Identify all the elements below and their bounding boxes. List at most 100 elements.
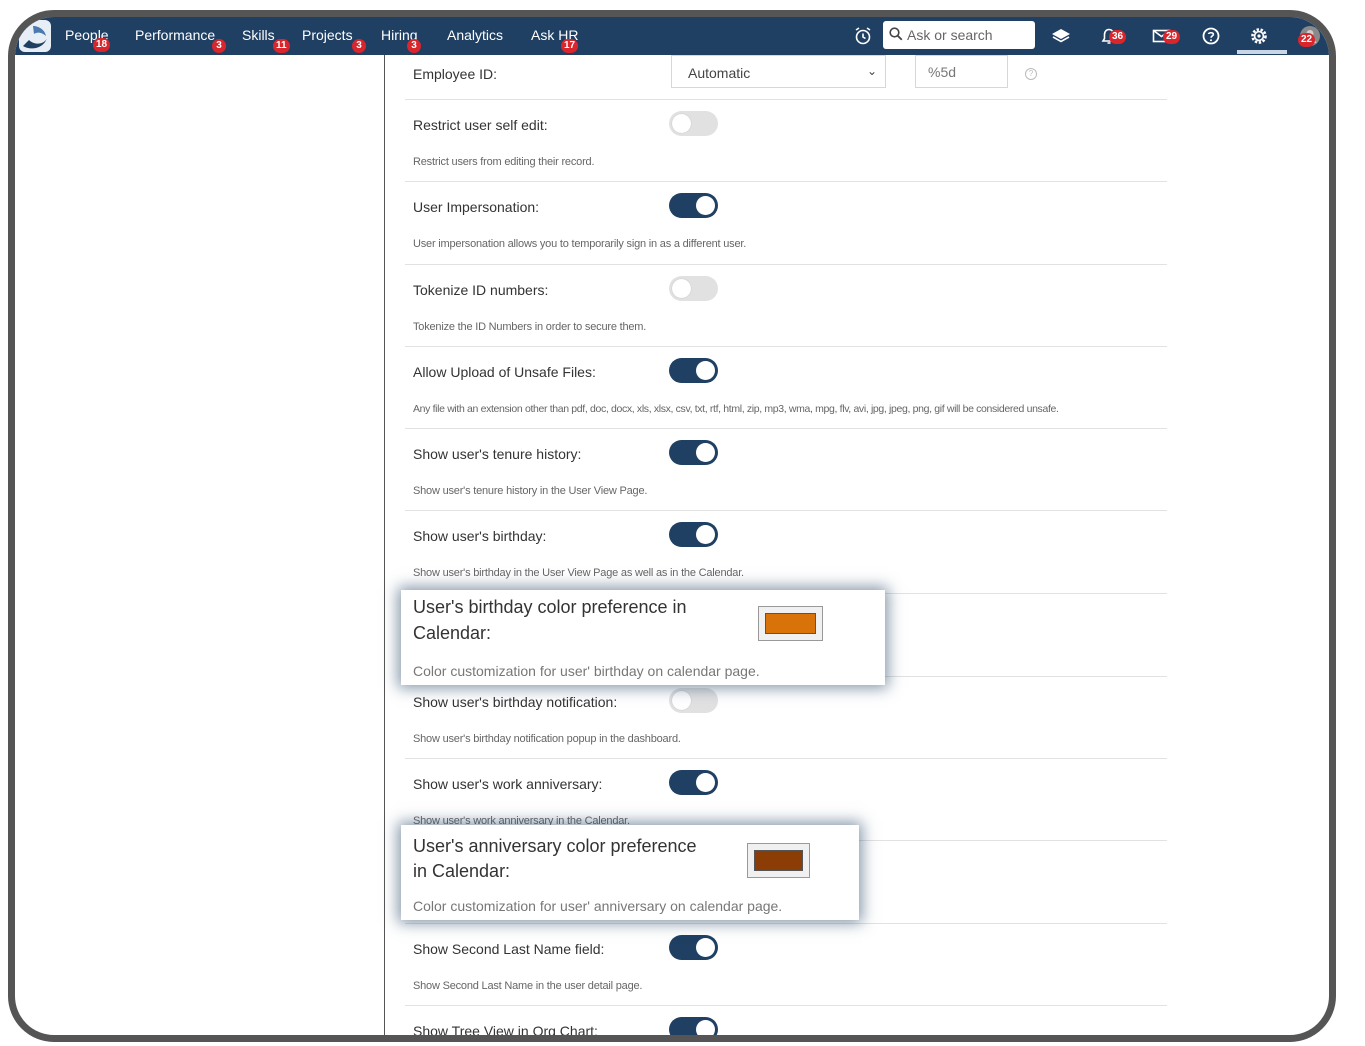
top-navbar: People 18 Performance 3 Skills 11 Projec… xyxy=(15,17,1329,55)
second-last-name-toggle[interactable] xyxy=(669,935,718,960)
setting-row-tree-view: Show Tree View in Org Chart: xyxy=(405,1006,1167,1039)
anniversary-color-title-line2: in Calendar: xyxy=(413,861,511,881)
birthday-color-fill xyxy=(765,613,816,634)
restrict-self-edit-toggle[interactable] xyxy=(669,111,718,136)
employee-id-format-input[interactable]: %5d xyxy=(915,55,1008,88)
anniversary-color-fill xyxy=(754,850,803,871)
setting-label: Show Tree View in Org Chart: xyxy=(413,1023,598,1039)
toggle-knob xyxy=(696,773,715,792)
setting-label: Tokenize ID numbers: xyxy=(413,282,549,298)
nav-people[interactable]: People 18 xyxy=(65,27,111,52)
nav-analytics-label: Analytics xyxy=(447,27,504,43)
anniversary-color-description: Color customization for user' anniversar… xyxy=(413,898,783,914)
search-box[interactable]: Ask or search xyxy=(883,21,1035,49)
setting-row-restrict-self-edit: Restrict user self edit: Restrict users … xyxy=(405,100,1167,182)
setting-row-tokenize-id: Tokenize ID numbers: Tokenize the ID Num… xyxy=(405,265,1167,347)
setting-row-birthday: Show user's birthday: Show user's birthd… xyxy=(405,511,1167,594)
work-anniversary-toggle[interactable] xyxy=(669,770,718,795)
nav-skills[interactable]: Skills 11 xyxy=(242,27,290,53)
nav-performance-badge: 3 xyxy=(212,39,226,53)
impersonation-toggle[interactable] xyxy=(669,193,718,218)
setting-row-tenure-history: Show user's tenure history: Show user's … xyxy=(405,429,1167,511)
app-frame: People 18 Performance 3 Skills 11 Projec… xyxy=(8,10,1336,1042)
alarm-clock-icon[interactable] xyxy=(853,26,875,46)
toggle-knob xyxy=(696,361,715,380)
messages-badge: 29 xyxy=(1163,30,1181,44)
nav-skills-badge: 11 xyxy=(273,39,290,53)
tokenize-id-toggle[interactable] xyxy=(669,276,718,301)
employee-id-select-value: Automatic xyxy=(688,65,751,81)
help-icon[interactable] xyxy=(1201,26,1223,46)
tree-view-toggle[interactable] xyxy=(669,1017,718,1035)
nav-analytics[interactable]: Analytics xyxy=(447,27,503,43)
search-placeholder: Ask or search xyxy=(907,27,993,43)
setting-description: Show user's tenure history in the User V… xyxy=(413,485,648,497)
logo-icon xyxy=(23,26,47,49)
settings-gear-icon[interactable] xyxy=(1249,26,1271,46)
tenure-history-toggle[interactable] xyxy=(669,440,718,465)
birthday-color-panel: User's birthday color preference in Cale… xyxy=(401,590,885,685)
toggle-knob xyxy=(672,114,691,133)
chevron-down-icon: ⌄ xyxy=(866,64,877,78)
nav-ask-hr[interactable]: Ask HR 17 xyxy=(531,27,578,53)
search-icon xyxy=(889,27,903,41)
setting-label: Show user's tenure history: xyxy=(413,446,582,462)
setting-description: Show user's birthday notification popup … xyxy=(413,733,681,745)
toggle-knob xyxy=(696,443,715,462)
birthday-color-title-line1: User's birthday color preference in xyxy=(413,597,687,617)
nav-skills-label: Skills xyxy=(242,27,275,43)
birthday-toggle[interactable] xyxy=(669,522,718,547)
employee-id-select[interactable]: Automatic ⌄ xyxy=(671,55,886,88)
setting-description: User impersonation allows you to tempora… xyxy=(413,238,747,250)
setting-row-second-last-name: Show Second Last Name field: Show Second… xyxy=(405,924,1167,1006)
notifications-badge: 36 xyxy=(1109,30,1127,44)
employee-id-label: Employee ID: xyxy=(413,66,498,82)
nav-projects-label: Projects xyxy=(302,27,353,43)
setting-description: Show Second Last Name in the user detail… xyxy=(413,980,643,992)
nav-people-badge: 18 xyxy=(93,38,111,52)
anniversary-color-picker[interactable] xyxy=(747,843,810,878)
question-circle-icon[interactable]: ? xyxy=(1025,68,1037,80)
birthday-color-title-line2: Calendar: xyxy=(413,623,492,643)
setting-label: Show user's work anniversary: xyxy=(413,776,603,792)
setting-label: Restrict user self edit: xyxy=(413,117,548,133)
nav-projects-badge: 3 xyxy=(352,39,366,53)
employee-id-format-value: %5d xyxy=(928,64,957,80)
toggle-knob xyxy=(696,525,715,544)
nav-hiring-badge: 3 xyxy=(407,39,421,53)
toggle-knob xyxy=(696,196,715,215)
bell-icon[interactable]: 36 xyxy=(1099,26,1127,46)
setting-row-impersonation: User Impersonation: User impersonation a… xyxy=(405,182,1167,265)
active-tab-indicator xyxy=(1237,50,1287,54)
birthday-notification-toggle[interactable] xyxy=(669,688,718,713)
nav-performance[interactable]: Performance 3 xyxy=(135,27,226,53)
setting-description: Show user's birthday in the User View Pa… xyxy=(413,567,744,579)
setting-row-birthday-notification: Show user's birthday notification: Show … xyxy=(405,677,1167,759)
anniversary-color-title-line1: User's anniversary color preference xyxy=(413,836,697,856)
app-logo[interactable] xyxy=(19,20,51,52)
toggle-knob xyxy=(696,938,715,957)
birthday-color-description: Color customization for user' birthday o… xyxy=(413,663,760,679)
layers-icon[interactable] xyxy=(1050,26,1072,46)
setting-label: User Impersonation: xyxy=(413,199,540,215)
nav-ask-hr-badge: 17 xyxy=(561,39,579,53)
setting-label: Allow Upload of Unsafe Files: xyxy=(413,364,596,380)
setting-description: Restrict users from editing their record… xyxy=(413,156,595,168)
toggle-knob xyxy=(672,691,691,710)
nav-hiring[interactable]: Hiring 3 xyxy=(381,27,421,53)
avatar-badge: 22 xyxy=(1298,33,1316,47)
setting-label: Show user's birthday: xyxy=(413,528,547,544)
birthday-color-picker[interactable] xyxy=(758,606,823,641)
setting-description: Tokenize the ID Numbers in order to secu… xyxy=(413,321,647,333)
setting-description: Any file with an extension other than pd… xyxy=(413,403,1059,415)
mail-icon[interactable]: 29 xyxy=(1151,26,1181,46)
setting-label: Show Second Last Name field: xyxy=(413,941,605,957)
sidebar-divider xyxy=(384,55,385,1035)
nav-performance-label: Performance xyxy=(135,27,216,43)
anniversary-color-panel: User's anniversary color preference in C… xyxy=(401,825,859,920)
setting-label: Show user's birthday notification: xyxy=(413,694,618,710)
unsafe-files-toggle[interactable] xyxy=(669,358,718,383)
user-avatar[interactable]: 22 xyxy=(1298,25,1321,47)
toggle-knob xyxy=(672,279,691,298)
nav-projects[interactable]: Projects 3 xyxy=(302,27,366,53)
